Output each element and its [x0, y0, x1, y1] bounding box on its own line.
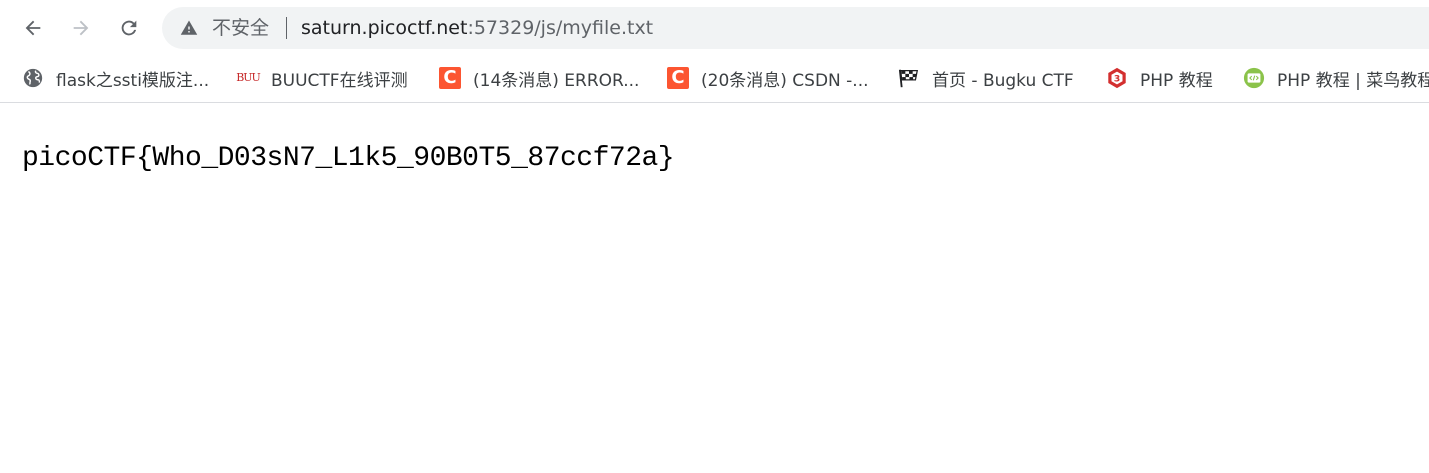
bookmark-label: BUUCTF在线评测: [271, 70, 408, 91]
bookmark-label: PHP 教程: [1140, 70, 1213, 91]
bookmark-label: PHP 教程 | 菜鸟教程: [1277, 70, 1429, 91]
reload-icon: [121, 20, 137, 36]
php-logo-icon: 3: [1106, 67, 1128, 89]
forward-button[interactable]: [65, 12, 97, 44]
arrow-left-icon: [25, 20, 41, 36]
bookmark-label: flask之ssti模版注...: [56, 70, 210, 91]
buuctf-icon: BUU: [236, 71, 261, 84]
url-text[interactable]: saturn.picoctf.net:57329/js/myfile.txt: [301, 17, 653, 39]
checkered-flag-icon: [898, 67, 920, 89]
bookmark-php-tutorial[interactable]: 3 PHP 教程: [1106, 64, 1213, 92]
bookmark-label: (20条消息) CSDN -...: [701, 70, 869, 91]
bookmarks-bar: flask之ssti模版注... BUU BUUCTF在线评测 C (14条消息…: [0, 56, 1429, 103]
bookmark-buuctf[interactable]: BUU BUUCTF在线评测: [236, 64, 408, 92]
bookmark-label: (14条消息) ERROR...: [473, 70, 640, 91]
omnibox-divider: [286, 17, 287, 39]
csdn-icon: C: [439, 67, 461, 89]
svg-text:3: 3: [1114, 74, 1120, 85]
back-button[interactable]: [17, 12, 49, 44]
bookmark-label: 首页 - Bugku CTF: [932, 70, 1074, 91]
reload-button[interactable]: [113, 12, 145, 44]
security-status-label[interactable]: 不安全: [212, 17, 269, 39]
bookmark-runoob-php[interactable]: PHP 教程 | 菜鸟教程: [1243, 64, 1429, 92]
browser-toolbar: 不安全 saturn.picoctf.net:57329/js/myfile.t…: [0, 0, 1429, 56]
bookmark-csdn-error[interactable]: C (14条消息) ERROR...: [439, 64, 639, 92]
runoob-icon: [1243, 67, 1265, 89]
bookmark-flask-ssti[interactable]: flask之ssti模版注...: [22, 64, 209, 92]
address-bar[interactable]: 不安全 saturn.picoctf.net:57329/js/myfile.t…: [162, 7, 1429, 49]
csdn-icon: C: [667, 67, 689, 89]
warning-icon[interactable]: [180, 19, 198, 37]
arrow-right-icon: [73, 20, 89, 36]
page-text-content: picoCTF{Who_D03sN7_L1k5_90B0T5_87ccf72a}: [22, 143, 675, 174]
globe-icon: [22, 67, 44, 89]
bookmark-bugku[interactable]: 首页 - Bugku CTF: [898, 64, 1074, 92]
bookmark-csdn[interactable]: C (20条消息) CSDN -...: [667, 64, 869, 92]
url-host: saturn.picoctf.net: [301, 17, 468, 39]
url-path: :57329/js/myfile.txt: [467, 17, 654, 39]
